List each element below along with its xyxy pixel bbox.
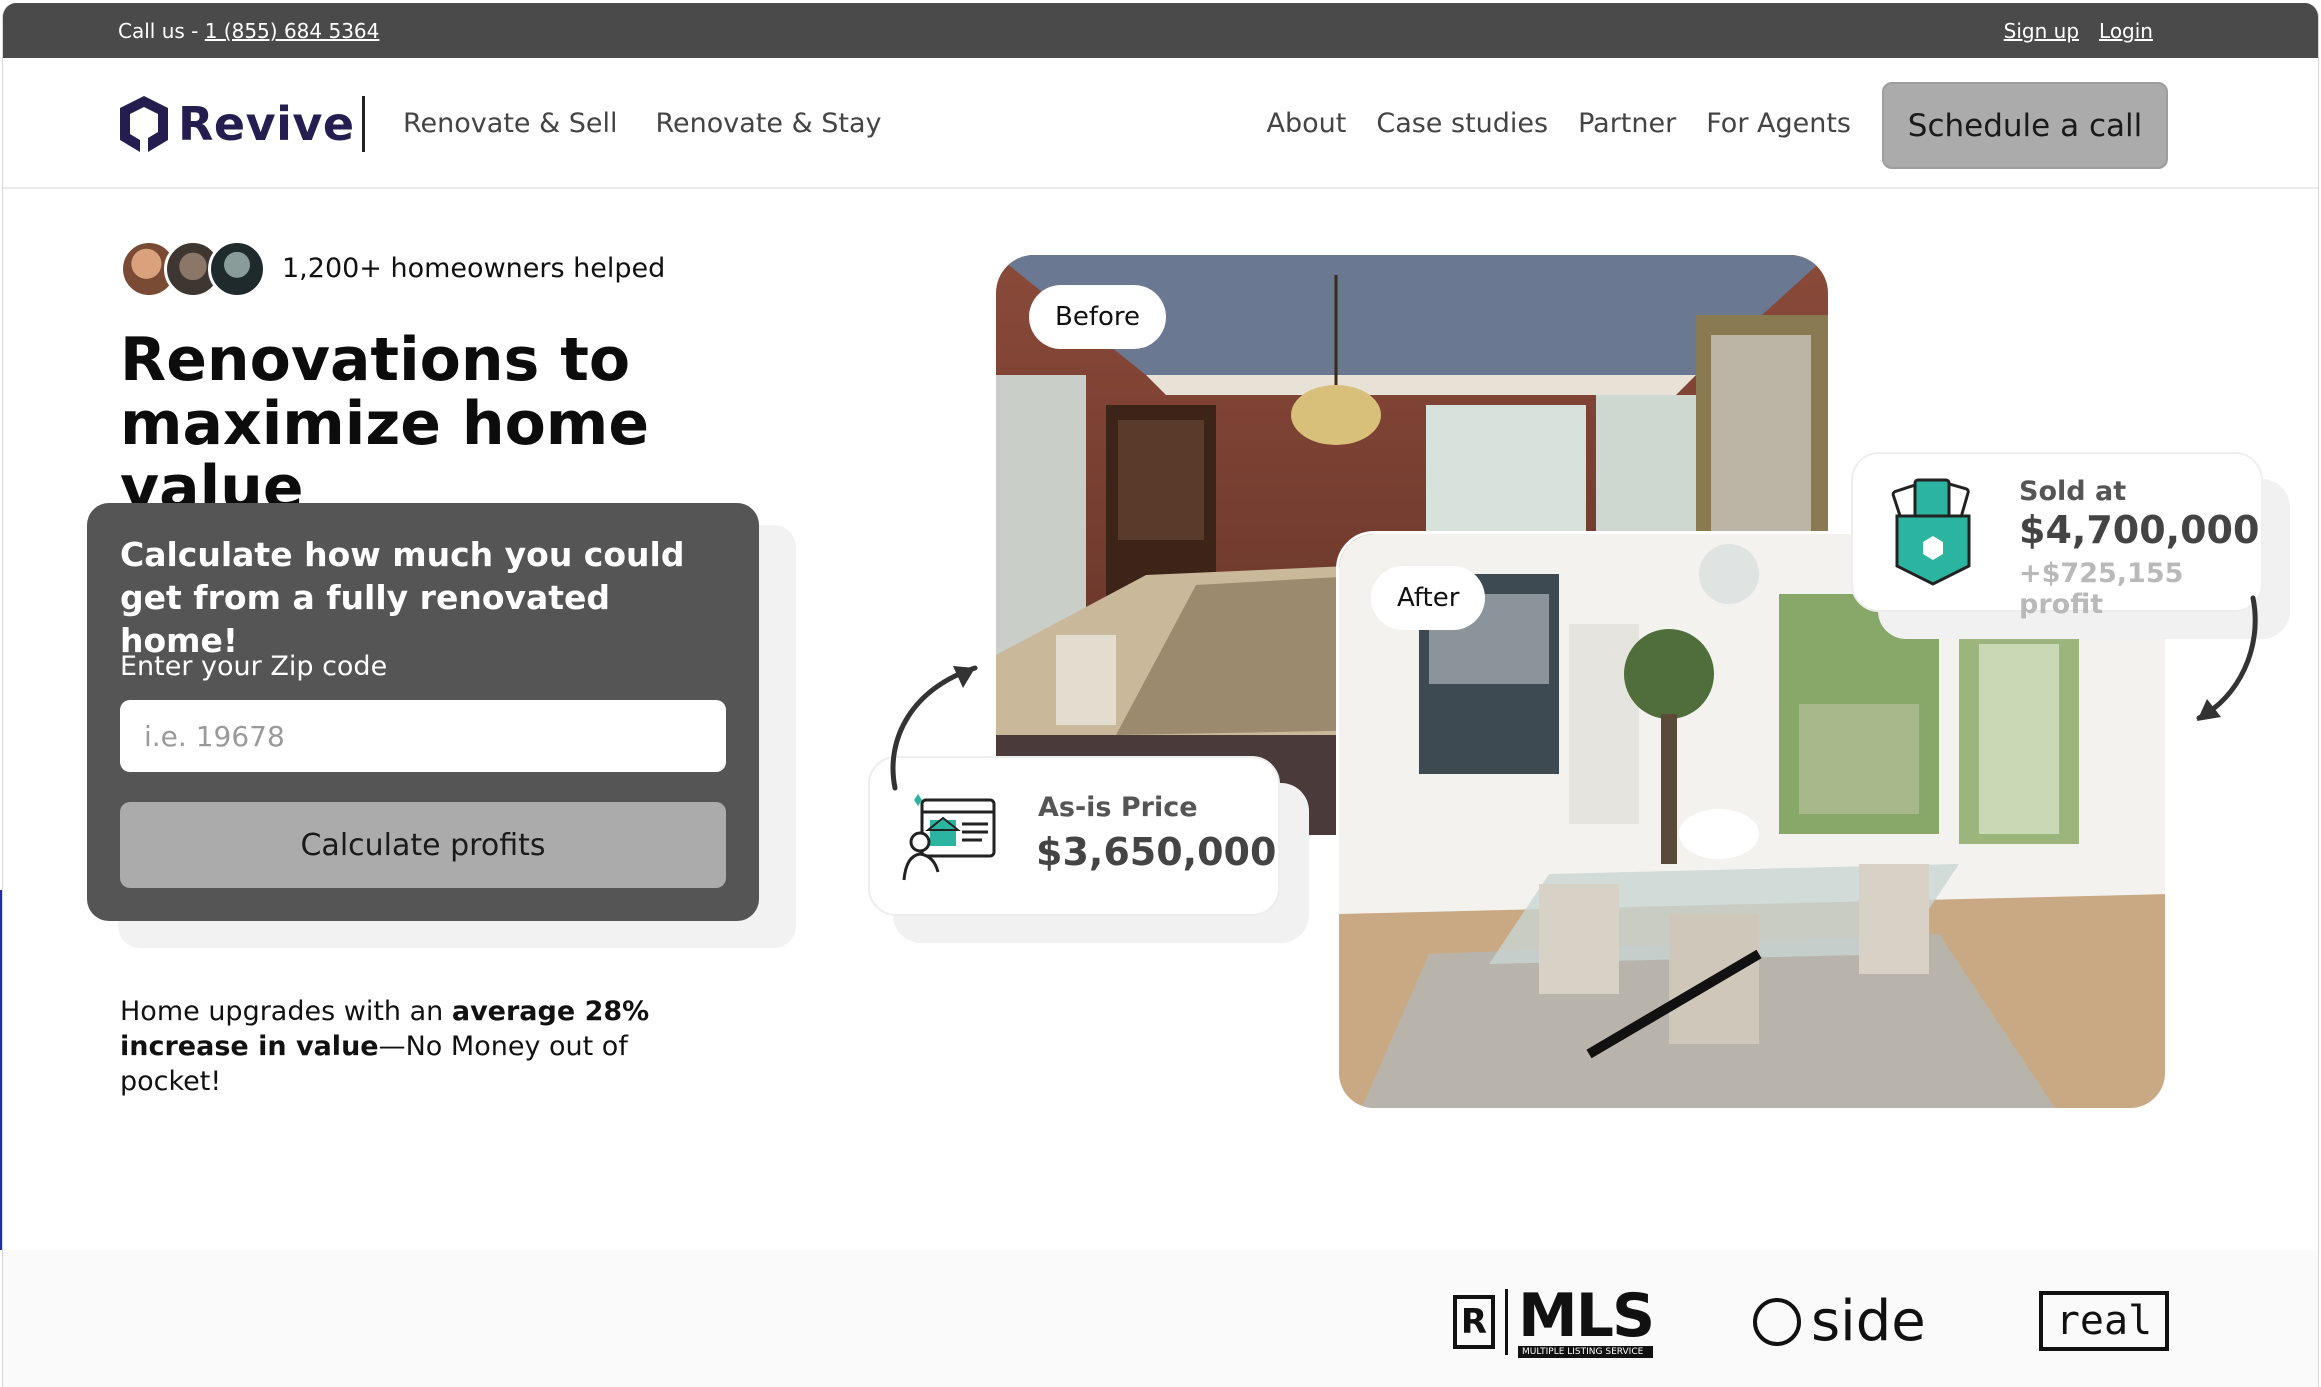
curved-arrow-up-icon: [890, 665, 978, 791]
browser-page: Call us - 1 (855) 684 5364 Sign up Login…: [2, 3, 2319, 1387]
nav-divider: [362, 96, 365, 152]
profit-calculator: Calculate how much you could get from a …: [87, 503, 759, 921]
mls-subtext: MULTIPLE LISTING SERVICE: [1518, 1346, 1654, 1358]
partner-logos-band: [3, 1250, 2318, 1387]
calculator-title: Calculate how much you could get from a …: [120, 535, 685, 660]
house-logo-icon: [120, 96, 168, 152]
after-badge: After: [1371, 566, 1486, 630]
calculate-profits-button[interactable]: Calculate profits: [120, 802, 726, 888]
call-us: Call us - 1 (855) 684 5364: [118, 19, 379, 43]
asis-label: As-is Price: [1038, 792, 1198, 823]
nav-for-agents[interactable]: For Agents: [1706, 108, 1851, 139]
sold-price-card: Sold at $4,700,000 +$725,155 profit: [1851, 452, 2263, 620]
nav-about[interactable]: About: [1267, 108, 1347, 139]
login-link[interactable]: Login: [2099, 19, 2153, 43]
phone-link[interactable]: 1 (855) 684 5364: [205, 19, 380, 43]
realtor-mls-logo: R MLS MULTIPLE LISTING SERVICE: [1453, 1281, 1655, 1358]
nav-case-studies[interactable]: Case studies: [1376, 108, 1548, 139]
nav-renovate-sell[interactable]: Renovate & Sell: [403, 108, 617, 139]
nav-secondary: About Case studies Partner For Agents: [1267, 108, 1851, 139]
before-badge: Before: [1029, 285, 1167, 349]
value-prefix: Home upgrades with an: [120, 996, 452, 1027]
headline-line-1: Renovations to: [120, 325, 631, 395]
page-left-edge: [0, 890, 2, 1250]
social-proof-text: 1,200+ homeowners helped: [282, 253, 666, 284]
nav-renovate-stay[interactable]: Renovate & Stay: [655, 108, 881, 139]
realtor-mark: R: [1453, 1295, 1495, 1349]
headline-line-2: maximize home value: [120, 389, 650, 523]
main-nav: Revive Renovate & Sell Renovate & Stay A…: [3, 58, 2318, 189]
side-logo: side: [1753, 1289, 1926, 1354]
sold-value: $4,700,000: [2019, 508, 2260, 552]
asis-value: $3,650,000: [1036, 830, 1277, 874]
brand-logo[interactable]: Revive: [118, 94, 355, 154]
value-statement: Home upgrades with an average 28% increa…: [120, 994, 720, 1099]
real-logo: real: [2039, 1291, 2169, 1351]
side-ring-icon: [1753, 1297, 1801, 1346]
brand-name: Revive: [178, 97, 355, 151]
zip-code-input[interactable]: [120, 700, 726, 772]
top-bar: Call us - 1 (855) 684 5364 Sign up Login: [3, 3, 2318, 58]
logo-divider: [1505, 1289, 1508, 1355]
account-links: Sign up Login: [2004, 19, 2153, 43]
curved-arrow-down-icon: [2196, 595, 2258, 721]
nav-primary: Renovate & Sell Renovate & Stay: [403, 108, 881, 139]
money-pocket-icon: [1891, 478, 1971, 586]
zip-label: Enter your Zip code: [120, 651, 388, 682]
sold-label: Sold at: [2019, 476, 2127, 507]
schedule-call-button[interactable]: Schedule a call: [1882, 82, 2168, 169]
side-text: side: [1811, 1289, 1926, 1354]
mls-text: MLS: [1518, 1281, 1655, 1351]
house-listing-icon: [902, 794, 996, 881]
hero-headline: Renovations to maximize home value: [120, 328, 840, 520]
call-prefix: Call us -: [118, 19, 205, 43]
avatar-group: [120, 240, 266, 298]
nav-partner[interactable]: Partner: [1578, 108, 1676, 139]
signup-link[interactable]: Sign up: [2004, 19, 2079, 43]
avatar: [208, 240, 266, 298]
